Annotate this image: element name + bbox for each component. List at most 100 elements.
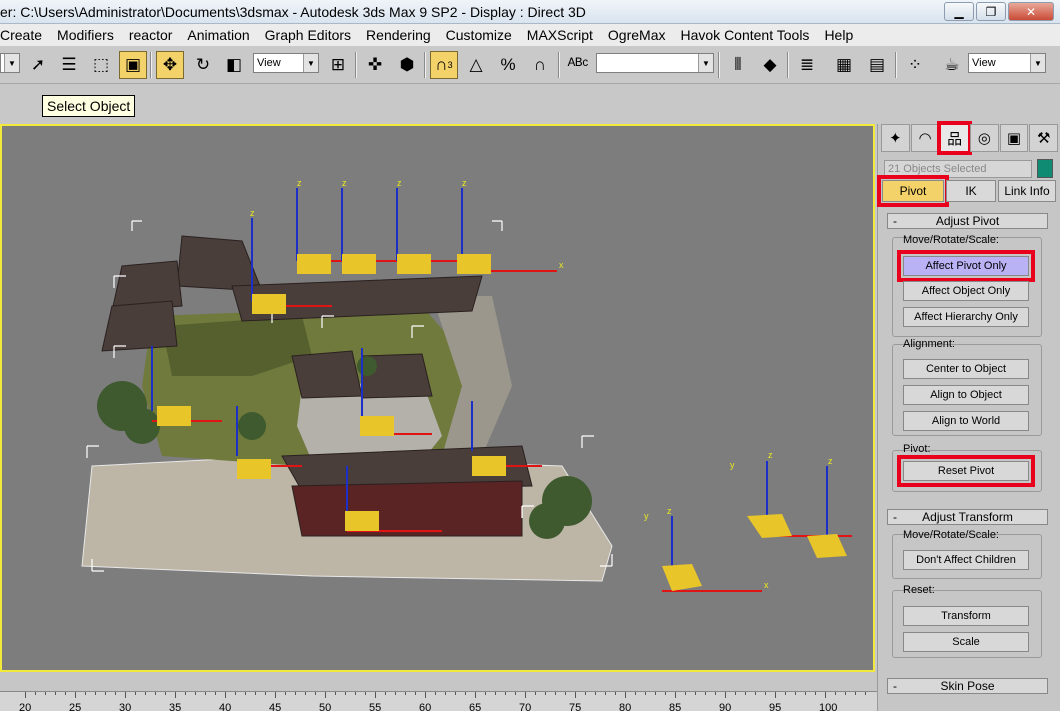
ruler-minor-tick bbox=[105, 692, 106, 695]
menu-ogremax[interactable]: OgreMax bbox=[608, 27, 673, 43]
affect-hierarchy-only-button[interactable]: Affect Hierarchy Only bbox=[903, 307, 1029, 327]
adjust-pivot-rollout-header[interactable]: - Adjust Pivot bbox=[887, 213, 1048, 229]
perspective-viewport[interactable]: x x y y z z z z z z z z bbox=[0, 124, 875, 672]
reset-transform-button[interactable]: Transform bbox=[903, 606, 1029, 626]
angle-snap-icon[interactable]: △ bbox=[462, 51, 490, 79]
pivot-label: Pivot: bbox=[903, 443, 931, 455]
display-tab-icon[interactable]: ▣ bbox=[999, 124, 1029, 152]
align-to-object-button[interactable]: Align to Object bbox=[903, 385, 1029, 405]
menu-help[interactable]: Help bbox=[824, 27, 860, 43]
ruler-tick bbox=[725, 692, 726, 698]
menu-rendering[interactable]: Rendering bbox=[366, 27, 438, 43]
ruler-tick bbox=[675, 692, 676, 698]
ruler-tick-label: 30 bbox=[119, 702, 132, 711]
affect-pivot-only-button[interactable]: Affect Pivot Only bbox=[897, 250, 1035, 282]
curve-editor-icon[interactable]: ▦ bbox=[830, 51, 858, 79]
snap-dimension-label: 3 bbox=[447, 60, 453, 70]
select-by-name-icon[interactable]: ☰ bbox=[55, 51, 83, 79]
restore-button[interactable]: ❐ bbox=[976, 2, 1006, 21]
menu-graph-editors[interactable]: Graph Editors bbox=[265, 27, 358, 43]
align-to-world-button[interactable]: Align to World bbox=[903, 411, 1029, 431]
dont-affect-children-button[interactable]: Don't Affect Children bbox=[903, 550, 1029, 570]
toolbar-separator bbox=[355, 52, 357, 78]
skin-pose-rollout-header[interactable]: - Skin Pose bbox=[887, 678, 1048, 694]
create-tab-icon[interactable]: ✦ bbox=[881, 124, 910, 152]
reset-pivot-button[interactable]: Reset Pivot bbox=[897, 455, 1035, 487]
adjust-pivot-title: Adjust Pivot bbox=[935, 214, 1000, 228]
command-panel-tabs: ✦ ◠ 品 ◎ ▣ ⚒ bbox=[881, 121, 1059, 155]
ruler-tick bbox=[125, 692, 126, 698]
center-to-object-button[interactable]: Center to Object bbox=[903, 359, 1029, 379]
ruler-minor-tick bbox=[285, 692, 286, 695]
named-selection-dropdown[interactable]: ▼ bbox=[596, 53, 714, 73]
ruler-minor-tick bbox=[465, 692, 466, 695]
menu-create[interactable]: Create bbox=[0, 27, 49, 43]
select-arrow-icon[interactable]: ➚ bbox=[24, 51, 52, 79]
axis-label-z: z bbox=[297, 178, 302, 188]
object-color-swatch[interactable] bbox=[1037, 159, 1053, 178]
ruler-minor-tick bbox=[785, 692, 786, 695]
chevron-down-icon: ▼ bbox=[303, 54, 318, 72]
utilities-tab-icon[interactable]: ⚒ bbox=[1029, 124, 1059, 152]
ruler-minor-tick bbox=[835, 692, 836, 695]
align-icon[interactable]: ◆ bbox=[756, 51, 784, 79]
motion-tab-icon[interactable]: ◎ bbox=[970, 124, 999, 152]
app-window: er: C:\Users\Administrator\Documents\3ds… bbox=[0, 0, 1060, 711]
gizmo-11 bbox=[662, 516, 762, 592]
reset-scale-button[interactable]: Scale bbox=[903, 632, 1029, 652]
axis-label-z: z bbox=[462, 178, 467, 188]
render-view-dropdown[interactable]: View ▼ bbox=[968, 53, 1046, 73]
ruler-tick-label: 85 bbox=[669, 702, 682, 711]
modify-tab-icon[interactable]: ◠ bbox=[910, 124, 940, 152]
ruler-minor-tick bbox=[235, 692, 236, 695]
mirror-icon[interactable]: ⫴ bbox=[724, 51, 752, 79]
menu-havok-content-tools[interactable]: Havok Content Tools bbox=[681, 27, 817, 43]
spinner-snap-icon[interactable]: ∩ bbox=[526, 51, 554, 79]
adjust-transform-rollout-header[interactable]: - Adjust Transform bbox=[887, 509, 1048, 525]
axis-label-z: z bbox=[828, 456, 833, 466]
move-icon[interactable]: ✥ bbox=[156, 51, 184, 79]
ruler-minor-tick bbox=[845, 692, 846, 695]
selection-filter-dropdown[interactable]: ▼ bbox=[0, 53, 20, 73]
ruler-minor-tick bbox=[305, 692, 306, 695]
pivot-subtab[interactable]: Pivot bbox=[877, 175, 949, 207]
selection-count-field[interactable]: 21 Objects Selected bbox=[884, 160, 1032, 178]
close-button[interactable]: ✕ bbox=[1008, 2, 1054, 21]
menu-animation[interactable]: Animation bbox=[187, 27, 256, 43]
reference-coordinate-dropdown[interactable]: View ▼ bbox=[253, 53, 319, 73]
affect-object-only-button[interactable]: Affect Object Only bbox=[903, 281, 1029, 301]
edit-named-selection-icon[interactable]: ᴬᴮᶜ bbox=[564, 51, 592, 79]
ruler-minor-tick bbox=[515, 692, 516, 695]
hierarchy-tab-icon[interactable]: 品 bbox=[937, 121, 972, 155]
menu-reactor[interactable]: reactor bbox=[129, 27, 180, 43]
menu-modifiers[interactable]: Modifiers bbox=[57, 27, 121, 43]
menu-maxscript[interactable]: MAXScript bbox=[527, 27, 600, 43]
ruler-tick bbox=[575, 692, 576, 698]
render-teapot-icon[interactable]: ☕ bbox=[938, 51, 966, 79]
ik-subtab[interactable]: IK bbox=[946, 180, 996, 202]
pivot-center-icon[interactable]: ⊞ bbox=[324, 51, 352, 79]
keyboard-shortcut-icon[interactable]: ⬢ bbox=[393, 51, 421, 79]
snap-toggle-icon[interactable]: ∩ 3 bbox=[430, 51, 458, 79]
minimize-button[interactable]: ▁ bbox=[944, 2, 974, 21]
link-info-subtab[interactable]: Link Info bbox=[998, 180, 1056, 202]
ruler-minor-tick bbox=[795, 692, 796, 695]
percent-snap-icon[interactable]: % bbox=[494, 51, 522, 79]
layer-manager-icon[interactable]: ≣ bbox=[793, 51, 821, 79]
collapse-icon: - bbox=[893, 214, 897, 228]
rect-selection-icon[interactable]: ⬚ bbox=[87, 51, 115, 79]
ruler-minor-tick bbox=[505, 692, 506, 695]
time-ruler[interactable]: 20 25 30 35 40 45 50 55 60 65 70 75 80 85 90 95 100 bbox=[0, 691, 877, 711]
ruler-tick-label: 65 bbox=[469, 702, 482, 711]
ruler-tick bbox=[325, 692, 326, 698]
material-editor-icon[interactable]: ⁘ bbox=[901, 51, 929, 79]
rotate-icon[interactable]: ↻ bbox=[189, 51, 217, 79]
viewport-scene: x x y y z z z z z z z z bbox=[81, 178, 852, 592]
select-manipulate-icon[interactable]: ✜ bbox=[361, 51, 389, 79]
schematic-view-icon[interactable]: ▤ bbox=[863, 51, 891, 79]
menu-customize[interactable]: Customize bbox=[446, 27, 519, 43]
window-crossing-icon[interactable]: ▣ bbox=[119, 51, 147, 79]
chevron-down-icon: ▼ bbox=[4, 54, 19, 72]
gizmo-12 bbox=[747, 461, 852, 538]
scale-icon[interactable]: ◧ bbox=[220, 51, 248, 79]
